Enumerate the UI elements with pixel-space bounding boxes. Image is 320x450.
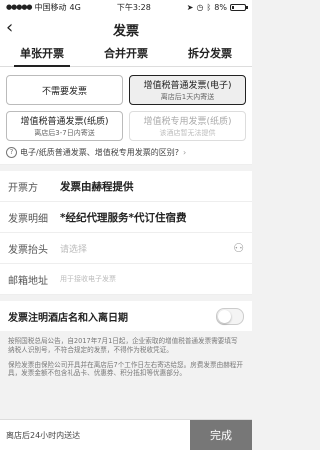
carrier-name: 中国移动	[34, 2, 67, 12]
detail-value: *经纪代理服务*代订住宿费	[60, 211, 187, 224]
invoice-form: 开票方 发票由赫程提供 发票明细 *经纪代理服务*代订住宿费 发票抬头 请选择 …	[0, 171, 252, 295]
invoice-type-options: 不需要发票 增值税普通发票(电子) 离店后1天内寄送 增值税普通发票(纸质) 离…	[0, 67, 252, 145]
tab-split-invoice[interactable]: 拆分发票	[168, 44, 252, 66]
detail-label: 发票明细	[8, 213, 48, 225]
option-title: 不需要发票	[41, 86, 87, 97]
alarm-icon: ◷	[196, 2, 204, 12]
network-type: 4G	[69, 2, 81, 12]
option-no-invoice[interactable]: 不需要发票	[6, 75, 123, 105]
tab-single-invoice[interactable]: 单张开票	[0, 44, 84, 67]
issuer-row: 开票方 发票由赫程提供	[0, 171, 252, 202]
issuer-label: 开票方	[8, 182, 38, 194]
status-bar-left: ●●●●● 中国移动 4G	[6, 2, 81, 13]
battery-percent: 8%	[214, 2, 227, 12]
invoice-title-select[interactable]: 请选择	[60, 242, 87, 255]
option-title: 增值税普通发票(纸质)	[20, 117, 109, 127]
hotel-info-toggle[interactable]	[216, 307, 244, 325]
tab-merged-invoice[interactable]: 合并开票	[84, 44, 168, 66]
option-title: 增值税普通发票(电子)	[143, 81, 232, 91]
option-subtitle: 离店后1天内寄送	[160, 93, 215, 101]
person-icon[interactable]: ⚇	[233, 241, 244, 255]
battery-icon	[229, 3, 248, 11]
toggle-knob	[218, 309, 231, 323]
invoice-title-row[interactable]: 发票抬头 请选择 ⚇	[0, 233, 252, 264]
chevron-right-icon: ›	[182, 148, 187, 157]
note-tax: 按照国税总局公告，自2017年7月1日起，企业索取的增值税普通发票需要填写纳税人…	[8, 337, 238, 354]
note-insurance: 保险发票由保险公司开具并在离店后7个工作日左右寄达给您。房费发票由赫程开具，发票…	[8, 360, 243, 378]
option-paper-invoice[interactable]: 增值税普通发票(纸质) 离店后3-7日内寄送	[6, 111, 123, 141]
email-field[interactable]: 用于接收电子发票	[60, 274, 116, 284]
question-icon: ?	[6, 147, 17, 158]
tab-bar: 单张开票 合并开票 拆分发票	[0, 44, 252, 67]
option-subtitle: 该酒店暂无法提供	[159, 129, 216, 137]
email-label: 邮箱地址	[8, 275, 48, 287]
invoice-title-label: 发票抬头	[8, 244, 48, 256]
done-button[interactable]: 完成	[190, 420, 252, 450]
location-icon: ➤	[186, 2, 194, 12]
bottom-bar: 离店后24小时内送达 完成	[0, 419, 252, 450]
option-special-invoice: 增值税专用发票(纸质) 该酒店暂无法提供	[129, 111, 246, 141]
signal-icon: ●●●●●	[6, 3, 33, 11]
status-time: 下午3:28	[116, 2, 151, 12]
invoice-notes: 按照国税总局公告，自2017年7月1日起，企业索取的增值税普通发票需要填写纳税人…	[0, 331, 252, 390]
status-bar-right: ➤ ◷ ᛒ 8%	[186, 2, 248, 12]
page-title: 发票	[112, 23, 139, 39]
bluetooth-icon: ᛒ	[206, 2, 212, 12]
hotel-info-toggle-row: 发票注明酒店名和入离日期	[0, 301, 252, 331]
detail-row: 发票明细 *经纪代理服务*代订住宿费	[0, 202, 252, 233]
email-row: 邮箱地址 用于接收电子发票	[0, 264, 252, 295]
question-text: 电子/纸质普通发票、增值税专用发票的区别?	[20, 148, 179, 157]
invoice-difference-link[interactable]: ? 电子/纸质普通发票、增值税专用发票的区别? ›	[0, 145, 252, 165]
option-title: 增值税专用发票(纸质)	[143, 117, 232, 127]
chevron-left-icon[interactable]: ‹	[6, 18, 13, 38]
status-bar: ●●●●● 中国移动 4G 下午3:28 ➤ ◷ ᛒ 8%	[0, 0, 252, 14]
option-electronic-invoice[interactable]: 增值税普通发票(电子) 离店后1天内寄送	[129, 75, 246, 105]
toggle-label: 发票注明酒店名和入离日期	[8, 312, 128, 324]
issuer-value: 发票由赫程提供	[60, 180, 134, 193]
delivery-info: 离店后24小时内送达	[6, 430, 81, 440]
nav-bar: ‹ 发票	[0, 14, 252, 44]
option-subtitle: 离店后3-7日内寄送	[34, 129, 95, 137]
